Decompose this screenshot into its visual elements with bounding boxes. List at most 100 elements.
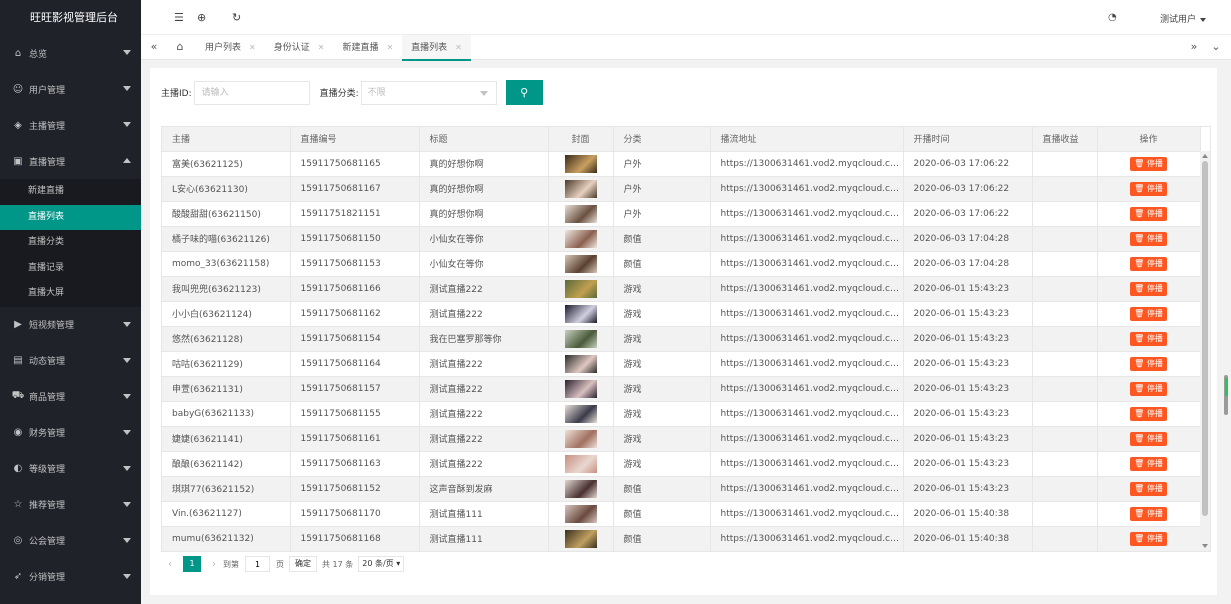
table-row[interactable]: 橘子味的喵(63621126) 15911750681150 小仙女在等你 颜值 htt… [162,226,1201,252]
table-row[interactable]: momo_33(63621158) 15911750681153 小仙女在等你 颜值 h… [162,251,1201,277]
cover-thumbnail[interactable] [564,354,597,373]
stop-live-button[interactable]: 🗑 停播 [1130,156,1167,171]
sidebar-subitem[interactable]: 直播记录 [0,256,141,282]
cover-thumbnail[interactable] [564,379,597,398]
scroll-up-icon[interactable] [1202,154,1208,158]
prev-page-icon[interactable]: ‹ [161,559,179,570]
sidebar-subitem[interactable]: 直播列表 [0,204,141,230]
sidebar-item[interactable]: ◉ 财务管理 [0,415,141,451]
stop-live-button[interactable]: 🗑 停播 [1130,181,1167,196]
sidebar-subitem[interactable]: 直播大屏 [0,281,141,307]
table-row[interactable]: babyG(63621133) 15911750681155 测试直播222 游戏 ht… [162,401,1201,427]
user-menu[interactable]: 测试用户 [1160,12,1206,25]
table-row[interactable]: 申萱(63621131) 15911750681157 测试直播222 游戏 https… [162,376,1201,402]
stop-live-button[interactable]: 🗑 停播 [1130,531,1167,546]
close-icon[interactable]: ✕ [318,43,325,52]
stop-live-button[interactable]: 🗑 停播 [1130,206,1167,221]
sidebar-item[interactable]: ◐ 等级管理 [0,451,141,487]
tab-scroll-left-icon[interactable]: « [143,35,165,60]
cover-thumbnail[interactable] [564,229,597,248]
home-tab-icon[interactable]: ⌂ [169,35,191,60]
tab-scroll-right-icon[interactable]: » [1183,35,1205,60]
cover-thumbnail[interactable] [564,529,597,548]
page-number-current[interactable]: 1 [183,556,201,572]
cover-thumbnail[interactable] [564,329,597,348]
stop-live-button[interactable]: 🗑 停播 [1130,331,1167,346]
cover-thumbnail[interactable] [564,454,597,473]
table-row[interactable]: 酸酸甜甜(63621150) 15911751821151 真的好想你啊 户外 http… [162,201,1201,227]
table-row[interactable]: 小小白(63621124) 15911750681162 测试直播222 游戏 http… [162,301,1201,327]
stop-live-button[interactable]: 🗑 停播 [1130,356,1167,371]
tab[interactable]: 用户列表 ✕ [196,35,265,60]
cover-thumbnail[interactable] [564,404,597,423]
table-scrollbar[interactable] [1200,151,1210,551]
theme-icon[interactable]: ◔ [1108,12,1117,23]
table-scrollbar-thumb[interactable] [1202,161,1208,516]
sidebar-item[interactable]: ▣ 直播管理 [0,143,141,179]
table-row[interactable]: L安心(63621130) 15911750681167 真的好想你啊 户外 https… [162,176,1201,202]
sidebar-item[interactable]: ☆ 推荐管理 [0,487,141,523]
close-icon[interactable]: ✕ [386,43,393,52]
sidebar-subitem[interactable]: 新建直播 [0,179,141,205]
trash-icon: 🗑 [1134,483,1145,493]
page-size-select[interactable]: 20 条/页 ▾ [358,556,405,572]
tab[interactable]: 身份认证 ✕ [265,35,334,60]
table-row[interactable]: 琪琪77(63621152) 15911750681152 这声音酥到发麻 颜值 htt… [162,476,1201,502]
cover-thumbnail[interactable] [564,279,597,298]
cover-thumbnail[interactable] [564,304,597,323]
cover-thumbnail[interactable] [564,204,597,223]
stop-live-button[interactable]: 🗑 停播 [1130,506,1167,521]
stop-live-button[interactable]: 🗑 停播 [1130,381,1167,396]
cover-thumbnail[interactable] [564,254,597,273]
table-row[interactable]: Vin.(63621127) 15911750681170 测试直播111 颜值 htt… [162,501,1201,527]
globe-icon[interactable]: ⊕ [197,11,206,24]
stop-live-button[interactable]: 🗑 停播 [1130,256,1167,271]
close-icon[interactable]: ✕ [455,43,462,52]
table-row[interactable]: 我叫兜兜(63621123) 15911750681166 测试直播222 游戏 htt… [162,276,1201,302]
sidebar-item[interactable]: ◈ 主播管理 [0,107,141,143]
stop-live-button[interactable]: 🗑 停播 [1130,231,1167,246]
search-button[interactable]: ⚲ [505,80,543,105]
sidebar-item[interactable]: ⛟ 商品管理 [0,379,141,415]
sidebar-item[interactable]: ▶ 短视频管理 [0,307,141,343]
stop-live-button[interactable]: 🗑 停播 [1130,456,1167,471]
sidebar-item[interactable]: ◎ 公会管理 [0,523,141,559]
refresh-icon[interactable]: ↻ [232,11,241,24]
stop-live-button[interactable]: 🗑 停播 [1130,481,1167,496]
cover-thumbnail[interactable] [564,479,597,498]
cover-cell [548,351,614,377]
table-row[interactable]: 酿酿(63621142) 15911750681163 测试直播222 游戏 https… [162,451,1201,477]
sidebar-item[interactable]: ▤ 动态管理 [0,343,141,379]
stop-live-label: 停播 [1146,158,1163,168]
table-row[interactable]: mumu(63621132) 15911750681168 测试直播111 颜值 htt… [162,526,1201,551]
sidebar-item[interactable]: ⌂ 总览 [0,35,141,71]
cover-thumbnail[interactable] [564,429,597,448]
table-row[interactable]: 富美(63621125) 15911750681165 真的好想你啊 户外 https:… [162,151,1201,177]
close-icon[interactable]: ✕ [249,43,256,52]
cover-thumbnail[interactable] [564,504,597,523]
page-confirm-button[interactable]: 确定 [289,556,317,572]
stop-live-button[interactable]: 🗑 停播 [1130,406,1167,421]
sidebar-item[interactable]: ➶ 分销管理 [0,559,141,595]
cover-thumbnail[interactable] [564,179,597,198]
stop-live-button[interactable]: 🗑 停播 [1130,281,1167,296]
tab[interactable]: 新建直播 ✕ [333,35,402,60]
stop-live-button[interactable]: 🗑 停播 [1130,306,1167,321]
menu-fold-icon[interactable]: ☰ [174,11,184,24]
page-scrollbar[interactable] [1221,60,1231,604]
stop-live-button[interactable]: 🗑 停播 [1130,431,1167,446]
anchor-id-input[interactable] [193,80,310,105]
cover-thumbnail[interactable] [564,154,597,173]
tab[interactable]: 直播列表 ✕ [402,35,471,61]
sidebar-subitem[interactable]: 直播分类 [0,230,141,256]
sidebar-item[interactable]: ☺ 用户管理 [0,71,141,107]
next-page-icon[interactable]: › [205,559,223,570]
tab-menu-chevron-icon[interactable]: ⌄ [1205,35,1227,60]
category-select[interactable]: 不限 [360,80,497,105]
table-row[interactable]: 婕婕(63621141) 15911750681161 测试直播222 游戏 https… [162,426,1201,452]
table-row[interactable]: 咕咕(63621129) 15911750681164 测试直播222 游戏 https… [162,351,1201,377]
page-jump-input[interactable] [245,556,270,572]
scroll-down-icon[interactable] [1202,544,1208,548]
live-no-cell: 15911750681167 [290,176,420,202]
table-row[interactable]: 悠然(63621128) 15911750681154 我在巴塞罗那等你 游戏 http… [162,326,1201,352]
